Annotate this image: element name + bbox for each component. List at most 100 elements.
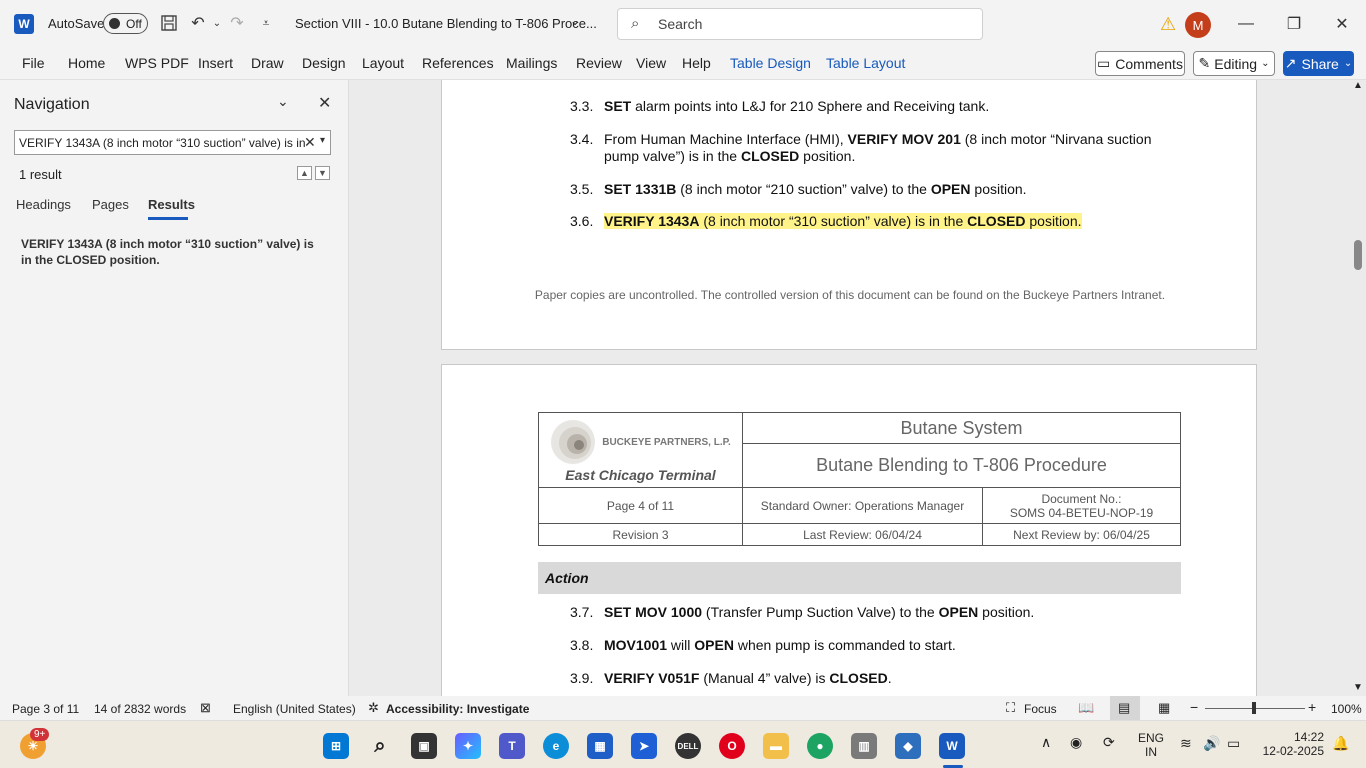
avatar[interactable]: M bbox=[1185, 12, 1211, 38]
nav-tab-pages[interactable]: Pages bbox=[92, 197, 129, 212]
show-hidden-icons-icon[interactable]: ∧ bbox=[1041, 734, 1051, 751]
nav-options-chevron-icon[interactable]: ⌄ bbox=[277, 93, 289, 110]
tab-mailings[interactable]: Mailings bbox=[506, 55, 557, 71]
doc-no-value: SOMS 04-BETEU-NOP-19 bbox=[1009, 505, 1154, 520]
tab-design[interactable]: Design bbox=[302, 55, 346, 71]
app-icon[interactable]: ◆ bbox=[895, 733, 921, 759]
step-text: (8 inch motor “Nirvana suction bbox=[960, 131, 1152, 147]
zoom-in-icon[interactable]: + bbox=[1308, 699, 1316, 715]
volume-icon[interactable]: 🔊 bbox=[1203, 735, 1220, 752]
buckeye-logo-icon bbox=[551, 420, 596, 464]
customize-toolbar-icon[interactable]: ⩡ bbox=[255, 12, 277, 34]
battery-icon[interactable]: ▭ bbox=[1227, 735, 1240, 752]
read-mode-icon[interactable]: 📖 bbox=[1078, 700, 1094, 716]
tab-home[interactable]: Home bbox=[68, 55, 105, 71]
logo-text: BUCKEYE PARTNERS, L.P. bbox=[602, 436, 731, 448]
tab-layout[interactable]: Layout bbox=[362, 55, 404, 71]
document-title[interactable]: Section VIII - 10.0 Butane Blending to T… bbox=[295, 16, 597, 31]
edge-icon[interactable]: e bbox=[543, 733, 569, 759]
tab-table-design[interactable]: Table Design bbox=[730, 55, 811, 71]
clock[interactable]: 14:22 12-02-2025 bbox=[1260, 730, 1324, 758]
nav-tab-results[interactable]: Results bbox=[148, 197, 195, 212]
tab-wps-pdf[interactable]: WPS PDF bbox=[125, 55, 189, 71]
store-icon[interactable]: ▦ bbox=[587, 733, 613, 759]
step-number: 3.3. bbox=[570, 98, 594, 114]
wifi-icon[interactable]: ≋ bbox=[1180, 735, 1192, 752]
step-3-8: MOV1001 will OPEN when pump is commanded… bbox=[604, 637, 956, 654]
autosave-toggle[interactable]: Off bbox=[103, 13, 148, 34]
step-keyword: CLOSED bbox=[829, 670, 888, 686]
clear-search-icon[interactable]: ✕ bbox=[304, 134, 316, 151]
comments-button[interactable]: ▭ Comments bbox=[1095, 51, 1185, 76]
opera-icon[interactable]: O bbox=[719, 733, 745, 759]
scroll-thumb[interactable] bbox=[1354, 240, 1362, 270]
search-options-icon[interactable]: ▾ bbox=[320, 135, 325, 146]
share-button[interactable]: ↗ Share ⌄ bbox=[1283, 51, 1354, 76]
title-chevron-down-icon[interactable]: ⌄ bbox=[570, 14, 580, 28]
scroll-up-icon[interactable]: ▲ bbox=[1353, 80, 1363, 91]
step-keyword: VERIFY MOV 201 bbox=[847, 131, 961, 147]
start-icon[interactable]: ⊞ bbox=[323, 733, 349, 759]
proofing-icon[interactable]: ⊠ bbox=[200, 700, 211, 716]
zoom-slider-thumb[interactable] bbox=[1252, 702, 1256, 714]
sync-icon[interactable]: ⟳ bbox=[1103, 734, 1115, 751]
step-keyword: OPEN bbox=[938, 604, 979, 620]
teams-icon[interactable]: T bbox=[499, 733, 525, 759]
copilot-icon[interactable]: ✦ bbox=[455, 733, 481, 759]
tab-view[interactable]: View bbox=[636, 55, 666, 71]
page-indicator[interactable]: Page 3 of 11 bbox=[12, 702, 79, 716]
tab-references[interactable]: References bbox=[422, 55, 494, 71]
close-window-button[interactable]: ✕ bbox=[1330, 12, 1354, 36]
zoom-out-icon[interactable]: − bbox=[1190, 699, 1198, 715]
dell-icon[interactable]: DELL bbox=[675, 733, 701, 759]
next-result-icon[interactable]: ▼ bbox=[315, 166, 330, 180]
lang-code: ENG bbox=[1138, 731, 1165, 745]
word-count[interactable]: 14 of 2832 words bbox=[94, 702, 186, 716]
tab-review[interactable]: Review bbox=[576, 55, 622, 71]
revision-cell: Revision 3 bbox=[538, 523, 743, 546]
power-automate-icon[interactable]: ➤ bbox=[631, 733, 657, 759]
step-text: alarm points into L&J for 210 Sphere and… bbox=[631, 98, 990, 114]
nav-tab-headings[interactable]: Headings bbox=[16, 197, 71, 212]
step-number: 3.4. bbox=[570, 131, 594, 147]
task-view-icon[interactable]: ▣ bbox=[411, 733, 437, 759]
search-input[interactable]: ⌕ Search bbox=[617, 8, 983, 40]
web-layout-icon[interactable]: ▦ bbox=[1158, 700, 1170, 716]
page-footer-note: Paper copies are uncontrolled. The contr… bbox=[534, 288, 1166, 302]
step-number: 3.8. bbox=[570, 637, 594, 653]
word-taskbar-icon[interactable]: W bbox=[939, 733, 965, 759]
tab-draw[interactable]: Draw bbox=[251, 55, 284, 71]
tab-insert[interactable]: Insert bbox=[198, 55, 233, 71]
previous-result-icon[interactable]: ▲ bbox=[297, 166, 312, 180]
step-number: 3.5. bbox=[570, 181, 594, 197]
accessibility-status[interactable]: Accessibility: Investigate bbox=[386, 702, 529, 716]
language-indicator[interactable]: English (United States) bbox=[233, 702, 356, 716]
nav-title: Navigation bbox=[14, 96, 90, 113]
undo-dropdown-icon[interactable]: ⌄ bbox=[206, 12, 228, 34]
focus-button[interactable]: Focus bbox=[1024, 702, 1057, 716]
restore-button[interactable]: ❐ bbox=[1282, 12, 1306, 36]
system-title: Butane System bbox=[742, 412, 1181, 444]
save-icon[interactable] bbox=[158, 12, 180, 34]
pencil-icon: ✎ bbox=[1198, 55, 1211, 71]
zoom-level[interactable]: 100% bbox=[1331, 702, 1362, 716]
tab-file[interactable]: File bbox=[22, 55, 45, 71]
network-status-icon[interactable]: ◉ bbox=[1070, 734, 1082, 751]
nav-search-input[interactable]: VERIFY 1343A (8 inch motor “310 suction”… bbox=[14, 130, 331, 155]
nav-close-icon[interactable]: ✕ bbox=[318, 93, 331, 113]
warning-icon[interactable]: ⚠ bbox=[1160, 14, 1176, 35]
minimize-button[interactable]: — bbox=[1234, 12, 1258, 36]
chrome-icon[interactable]: ● bbox=[807, 733, 833, 759]
tab-table-layout[interactable]: Table Layout bbox=[826, 55, 905, 71]
language-indicator-tray[interactable]: ENG IN bbox=[1138, 731, 1164, 759]
search-result-item[interactable]: VERIFY 1343A (8 inch motor “310 suction”… bbox=[21, 236, 321, 268]
notifications-icon[interactable]: 🔔 bbox=[1332, 735, 1349, 752]
redo-icon[interactable]: ↷ bbox=[226, 12, 248, 34]
search-taskbar-icon[interactable]: ⌕ bbox=[367, 733, 393, 759]
file-explorer-icon[interactable]: ▬ bbox=[763, 733, 789, 759]
scroll-down-icon[interactable]: ▼ bbox=[1353, 682, 1363, 693]
vertical-scrollbar[interactable]: ▲ ▼ bbox=[1350, 80, 1366, 696]
editing-button[interactable]: ✎ Editing ⌄ bbox=[1193, 51, 1275, 76]
remote-app-icon[interactable]: ▥ bbox=[851, 733, 877, 759]
tab-help[interactable]: Help bbox=[682, 55, 711, 71]
